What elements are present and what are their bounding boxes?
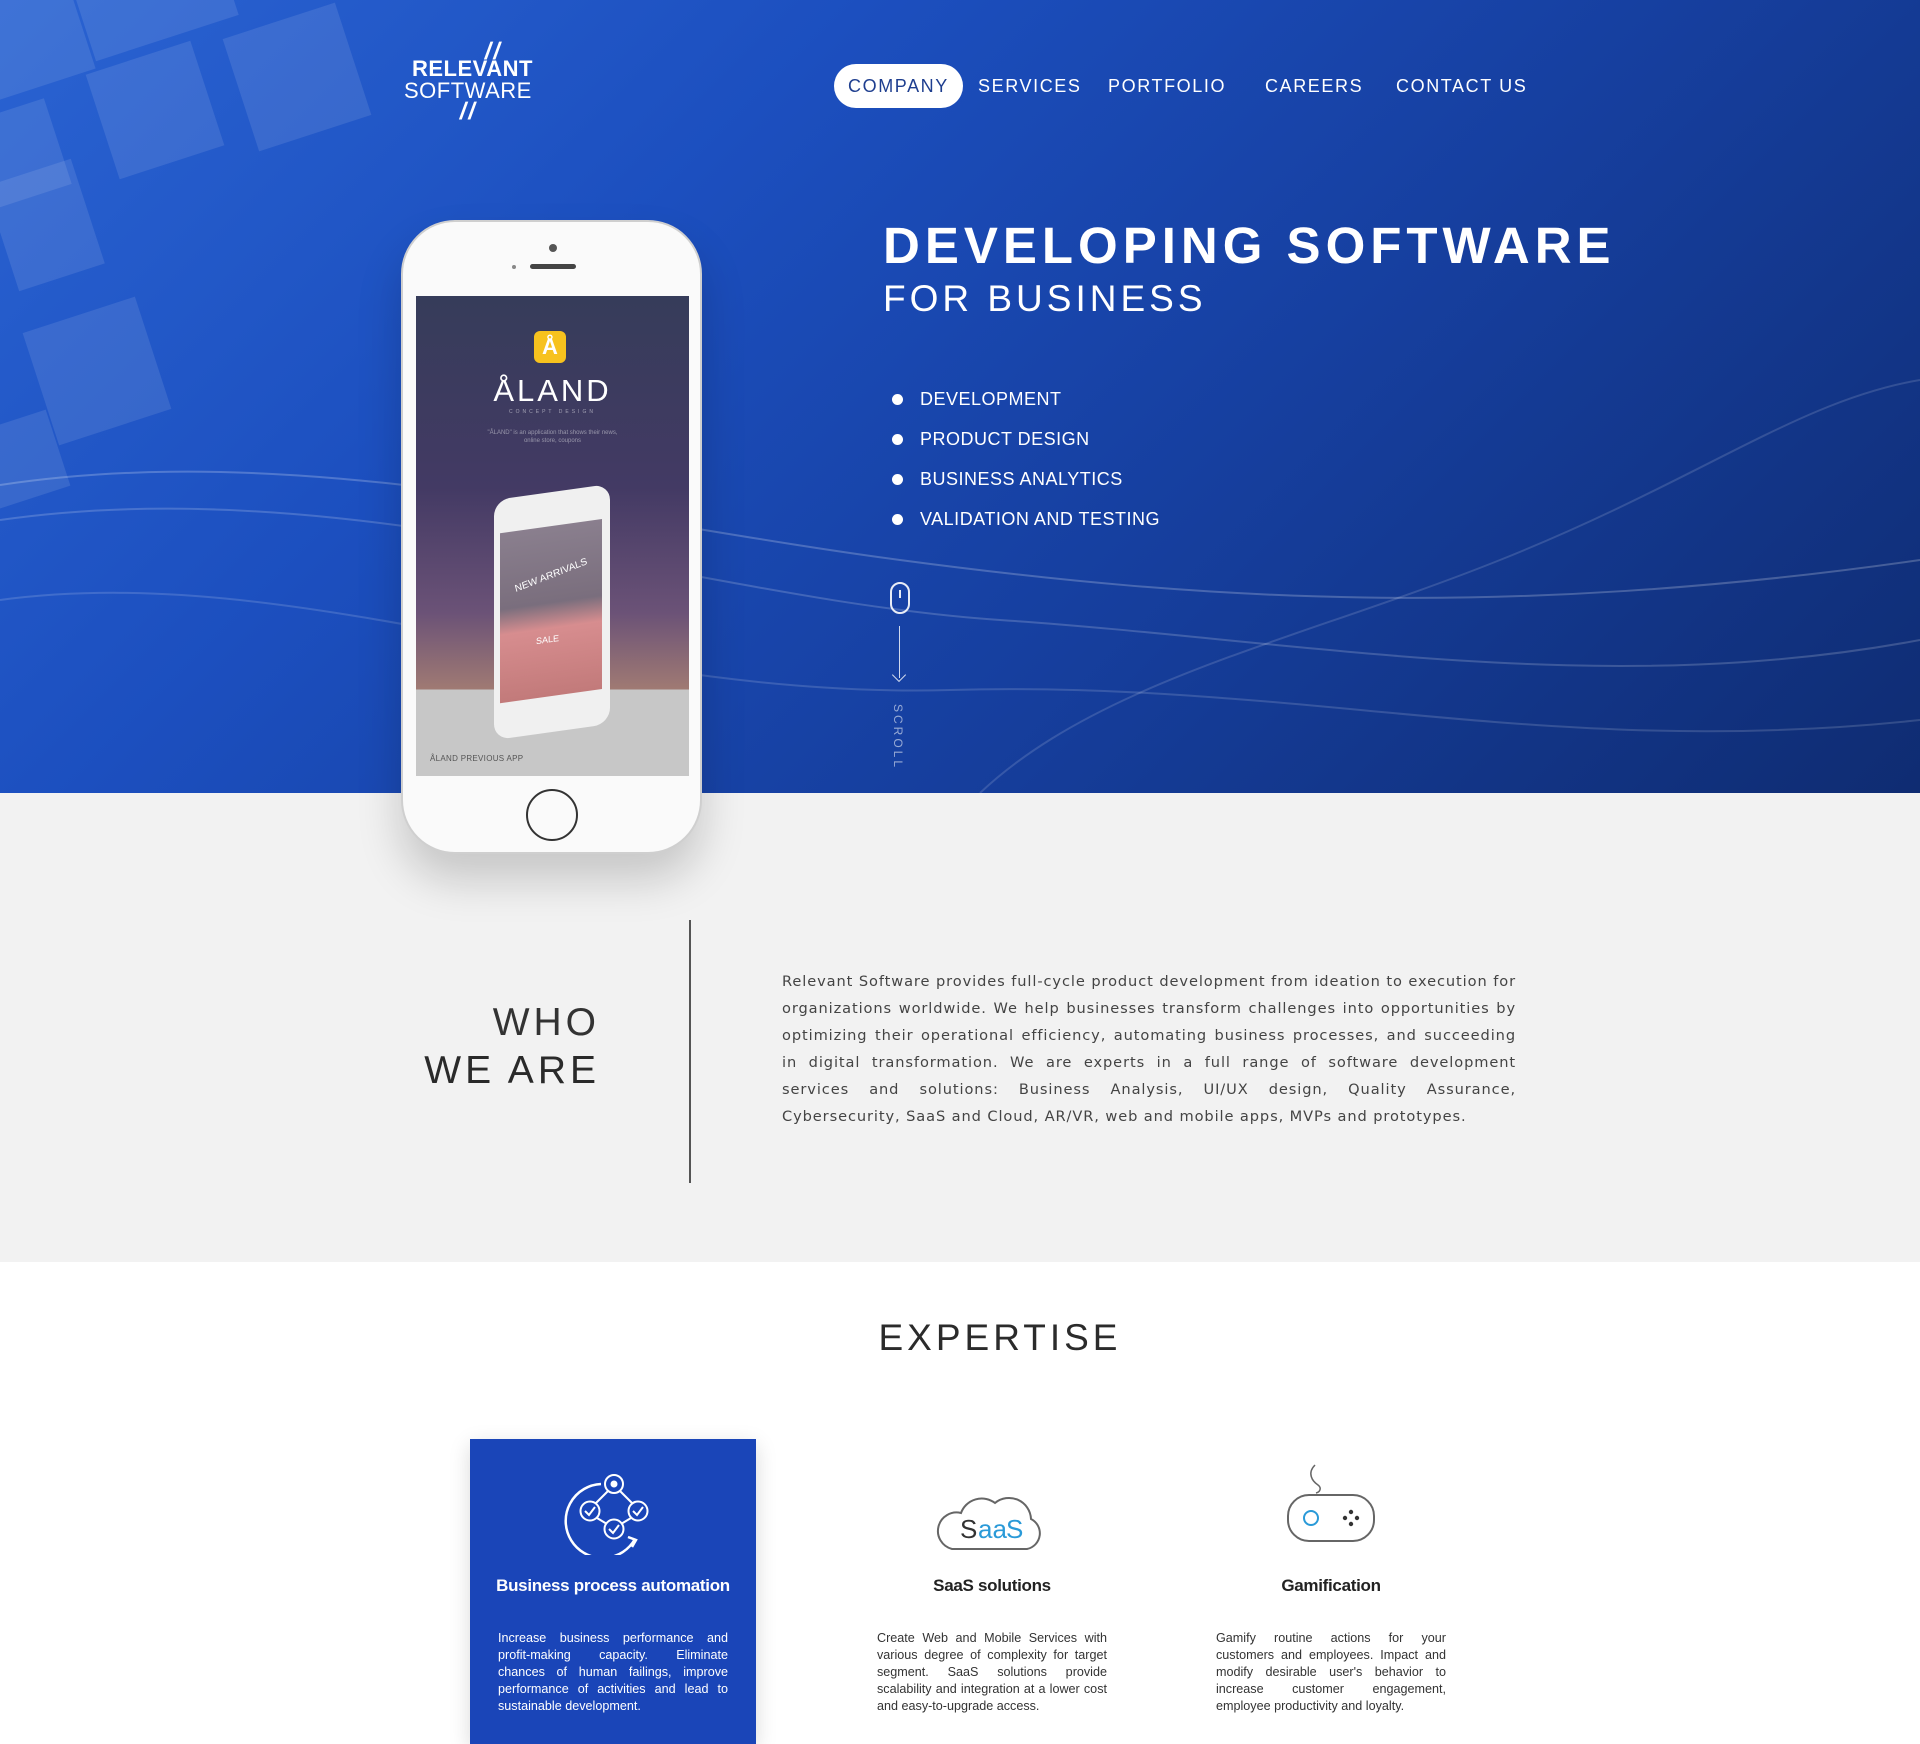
- saas-cloud-icon: S aa S: [936, 1496, 1041, 1550]
- company-logo[interactable]: // RELEVANT SOFTWARE //: [404, 38, 534, 125]
- who-title-line2: WE ARE: [424, 1049, 600, 1092]
- card-description: Gamify routine actions for your customer…: [1216, 1631, 1446, 1713]
- svg-text:S: S: [960, 1514, 977, 1544]
- scroll-indicator[interactable]: SCROLL: [888, 582, 914, 772]
- app-tagline: CONCEPT DESIGN: [509, 409, 596, 415]
- expertise-title: EXPERTISE: [878, 1317, 1122, 1358]
- service-label: VALIDATION AND TESTING: [920, 509, 1161, 529]
- bullet-icon: [892, 474, 903, 485]
- main-nav: COMPANY SERVICES PORTFOLIO CAREERS CONTA…: [834, 64, 1528, 108]
- card-description: Create Web and Mobile Services with vari…: [877, 1631, 1107, 1713]
- service-item: VALIDATION AND TESTING: [892, 504, 1160, 544]
- who-description: Relevant Software provides full-cycle pr…: [782, 973, 1516, 1125]
- nav-contact-us[interactable]: CONTACT US: [1396, 64, 1527, 108]
- who-we-are-section: WHO WE ARE Relevant Software provides fu…: [0, 793, 1920, 1262]
- inner-phone-text: NEW ARRIVALS: [513, 556, 589, 595]
- logo-mark: //: [457, 98, 480, 125]
- expertise-card-automation[interactable]: Business process automation Increase bus…: [470, 1439, 756, 1744]
- section-divider: [689, 920, 691, 1183]
- hero-section: // RELEVANT SOFTWARE // COMPANY SERVICES…: [0, 0, 1920, 793]
- nav-careers[interactable]: CAREERS: [1265, 64, 1363, 108]
- expertise-card-gamification[interactable]: Gamification Gamify routine actions for …: [1188, 1439, 1474, 1744]
- expertise-card-saas[interactable]: S aa S SaaS solutions Create Web and Mob…: [849, 1439, 1135, 1744]
- card-description: Increase business performance and profit…: [498, 1631, 728, 1713]
- card-title: SaaS solutions: [933, 1576, 1051, 1595]
- scroll-label: SCROLL: [891, 704, 905, 771]
- saas-icon-text: aa: [978, 1514, 1007, 1544]
- inner-phone-image: NEW ARRIVALS SALE: [494, 483, 610, 741]
- service-item: BUSINESS ANALYTICS: [892, 464, 1160, 504]
- service-label: BUSINESS ANALYTICS: [920, 469, 1123, 489]
- inner-phone-text: SALE: [536, 633, 560, 647]
- mouse-icon: [890, 582, 910, 614]
- process-automation-icon: [564, 1474, 649, 1555]
- gamepad-icon: [1287, 1464, 1375, 1542]
- service-label: DEVELOPMENT: [920, 389, 1062, 409]
- app-logo-icon: Å: [534, 331, 566, 363]
- hero-subtitle: FOR BUSINESS: [883, 278, 1207, 319]
- bullet-icon: [892, 514, 903, 525]
- phone-sensor: [512, 265, 516, 269]
- services-list: DEVELOPMENT PRODUCT DESIGN BUSINESS ANAL…: [892, 384, 1160, 544]
- app-description: "ÅLAND" is an application that shows the…: [487, 430, 618, 444]
- card-title: Gamification: [1281, 1576, 1381, 1595]
- phone-screen: Å ÅLAND CONCEPT DESIGN "ÅLAND" is an app…: [416, 296, 689, 776]
- bullet-icon: [892, 434, 903, 445]
- inner-phone-screen: NEW ARRIVALS SALE: [500, 518, 602, 704]
- app-title: ÅLAND: [493, 373, 612, 408]
- phone-camera: [549, 244, 557, 252]
- phone-home-button: [526, 789, 578, 841]
- expertise-section: EXPERTISE Business process automation In…: [0, 1262, 1920, 1744]
- phone-mockup: Å ÅLAND CONCEPT DESIGN "ÅLAND" is an app…: [401, 220, 702, 854]
- phone-speaker: [530, 264, 576, 269]
- nav-company[interactable]: COMPANY: [834, 64, 963, 108]
- arrow-down-icon: [891, 667, 907, 683]
- hero-title: DEVELOPING SOFTWARE: [883, 217, 1616, 274]
- phone-caption: ÅLAND PREVIOUS APP: [430, 754, 524, 763]
- nav-services[interactable]: SERVICES: [978, 64, 1082, 108]
- svg-text:S: S: [1006, 1514, 1023, 1544]
- who-title-line1: WHO: [492, 1001, 600, 1044]
- nav-portfolio[interactable]: PORTFOLIO: [1108, 64, 1226, 108]
- service-item: PRODUCT DESIGN: [892, 424, 1160, 464]
- bullet-icon: [892, 394, 903, 405]
- service-label: PRODUCT DESIGN: [920, 429, 1090, 449]
- card-title: Business process automation: [496, 1576, 730, 1595]
- service-item: DEVELOPMENT: [892, 384, 1160, 424]
